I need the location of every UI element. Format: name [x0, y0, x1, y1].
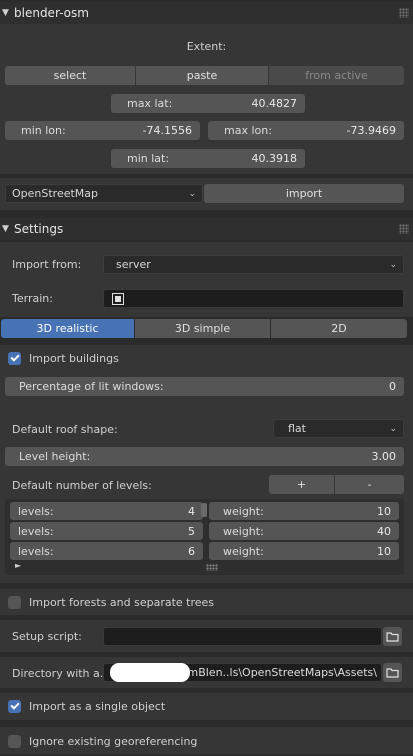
level-height-label: Level height:: [19, 450, 91, 463]
roof-shape-dropdown[interactable]: flat ⌄: [273, 419, 404, 438]
settings-import-body: Import from: server ⌄ Terrain:: [0, 242, 413, 317]
select-button[interactable]: select: [5, 66, 135, 85]
ignore-georef-label: Ignore existing georeferencing: [29, 735, 198, 748]
single-object-label: Import as a single object: [29, 700, 166, 713]
max-lon-label: max lon:: [224, 124, 272, 137]
min-lat-value: 40.3918: [251, 152, 298, 165]
import-buildings-label: Import buildings: [29, 352, 119, 365]
level-height-field[interactable]: Level height: 3.00: [5, 447, 404, 466]
tab-3d-simple[interactable]: 3D simple: [135, 319, 270, 338]
min-lat-field[interactable]: min lat: 40.3918: [111, 149, 305, 168]
weight-label: weight:: [223, 524, 264, 538]
setup-script-browse-button[interactable]: [383, 627, 402, 646]
object-icon: [112, 292, 124, 305]
single-object-row: Import as a single object: [0, 693, 413, 720]
weight-label: weight:: [223, 504, 264, 518]
lit-windows-label: Percentage of lit windows:: [19, 380, 164, 393]
levels-row-3-levels[interactable]: levels: 6: [10, 542, 203, 560]
levels-value: 5: [188, 524, 195, 538]
add-level-button[interactable]: +: [269, 475, 334, 494]
terrain-label: Terrain:: [12, 292, 53, 305]
directory-label: Directory with a..: [12, 667, 107, 680]
weight-label: weight:: [223, 544, 264, 558]
import-from-dropdown[interactable]: server ⌄: [103, 255, 404, 274]
max-lat-label: max lat:: [127, 97, 173, 110]
directory-browse-button[interactable]: [383, 663, 402, 682]
setup-script-input[interactable]: [103, 627, 382, 646]
redacted-path: [110, 663, 190, 682]
levels-row-1-weight[interactable]: weight: 10: [209, 502, 399, 520]
max-lat-value: 40.4827: [251, 97, 298, 110]
panel-title: blender-osm: [14, 6, 89, 20]
weight-value: 10: [377, 504, 391, 518]
directory-value: \FromBlen..ls\OpenStreetMaps\Assets\: [167, 666, 377, 679]
drag-grip-icon[interactable]: [399, 224, 409, 234]
chevron-down-icon: ⌄: [188, 188, 196, 199]
import-from-label: Import from:: [12, 258, 82, 271]
directory-row: Directory with a.. \FromBlen..ls\OpenStr…: [0, 657, 413, 688]
from-active-button[interactable]: from active: [269, 66, 404, 85]
collapse-arrow-icon[interactable]: ▼: [2, 8, 14, 18]
min-lon-field[interactable]: min lon: -74.1556: [5, 121, 200, 140]
resize-grip-icon[interactable]: [206, 564, 218, 571]
levels-row-2-weight[interactable]: weight: 40: [209, 522, 399, 540]
weight-value: 10: [377, 544, 391, 558]
terrain-object-field[interactable]: [103, 289, 404, 308]
weight-value: 40: [377, 524, 391, 538]
import-button[interactable]: import: [204, 184, 404, 203]
max-lon-field[interactable]: max lon: -73.9469: [208, 121, 404, 140]
max-lon-value: -73.9469: [346, 124, 396, 137]
source-row: OpenStreetMap ⌄ import: [0, 178, 413, 210]
setup-script-label: Setup script:: [12, 630, 82, 643]
min-lat-label: min lat:: [127, 152, 170, 165]
import-from-value: server: [116, 258, 151, 271]
import-buildings-checkbox[interactable]: [8, 352, 21, 365]
settings-panel-header[interactable]: ▼ Settings: [0, 218, 413, 240]
levels-label: levels:: [18, 504, 54, 518]
min-lon-value: -74.1556: [142, 124, 192, 137]
levels-row-1-levels[interactable]: levels: 4: [10, 502, 203, 520]
tab-3d-realistic[interactable]: 3D realistic: [1, 319, 134, 338]
setup-script-row: Setup script:: [0, 620, 413, 652]
blender-osm-panel-header[interactable]: ▼ blender-osm: [0, 2, 413, 24]
levels-label: levels:: [18, 524, 54, 538]
tab-2d[interactable]: 2D: [271, 319, 407, 338]
levels-value: 4: [188, 504, 195, 518]
import-forests-label: Import forests and separate trees: [29, 596, 215, 609]
buildings-body: Import buildings Percentage of lit windo…: [0, 345, 413, 583]
import-forests-checkbox[interactable]: [8, 596, 21, 609]
panel-title: Settings: [14, 222, 64, 236]
extent-label: Extent:: [186, 40, 227, 53]
roof-shape-label: Default roof shape:: [12, 423, 118, 436]
levels-row-3-weight[interactable]: weight: 10: [209, 542, 399, 560]
single-object-checkbox[interactable]: [8, 700, 21, 713]
drag-grip-icon[interactable]: [399, 8, 409, 18]
folder-icon: [386, 668, 399, 678]
forests-row: Import forests and separate trees: [0, 589, 413, 615]
remove-level-button[interactable]: -: [335, 475, 404, 494]
chevron-down-icon: ⌄: [389, 259, 397, 270]
chevron-down-icon: ⌄: [389, 423, 397, 434]
folder-icon: [386, 632, 399, 642]
data-source-value: OpenStreetMap: [12, 187, 99, 200]
max-lat-field[interactable]: max lat: 40.4827: [111, 94, 305, 113]
levels-row-2-levels[interactable]: levels: 5: [10, 522, 203, 540]
collapse-arrow-icon[interactable]: ▼: [2, 224, 14, 234]
lit-windows-field[interactable]: Percentage of lit windows: 0: [5, 377, 404, 396]
level-height-value: 3.00: [371, 450, 397, 463]
roof-shape-value: flat: [288, 422, 306, 435]
blender-osm-panel-body: Extent: select paste from active max lat…: [0, 24, 413, 174]
levels-value: 6: [188, 544, 195, 558]
ignore-georef-row: Ignore existing georeferencing: [0, 727, 413, 754]
levels-list: levels: 4 weight: 10 levels: 5 weight: 4…: [5, 499, 404, 575]
expand-arrow-icon[interactable]: ►: [15, 561, 21, 570]
default-levels-label: Default number of levels:: [12, 479, 152, 492]
list-scrollbar[interactable]: [201, 503, 207, 517]
levels-label: levels:: [18, 544, 54, 558]
lit-windows-value: 0: [389, 380, 396, 393]
data-source-dropdown[interactable]: OpenStreetMap ⌄: [5, 184, 203, 203]
min-lon-label: min lon:: [21, 124, 66, 137]
paste-button[interactable]: paste: [136, 66, 268, 85]
ignore-georef-checkbox[interactable]: [8, 735, 21, 748]
